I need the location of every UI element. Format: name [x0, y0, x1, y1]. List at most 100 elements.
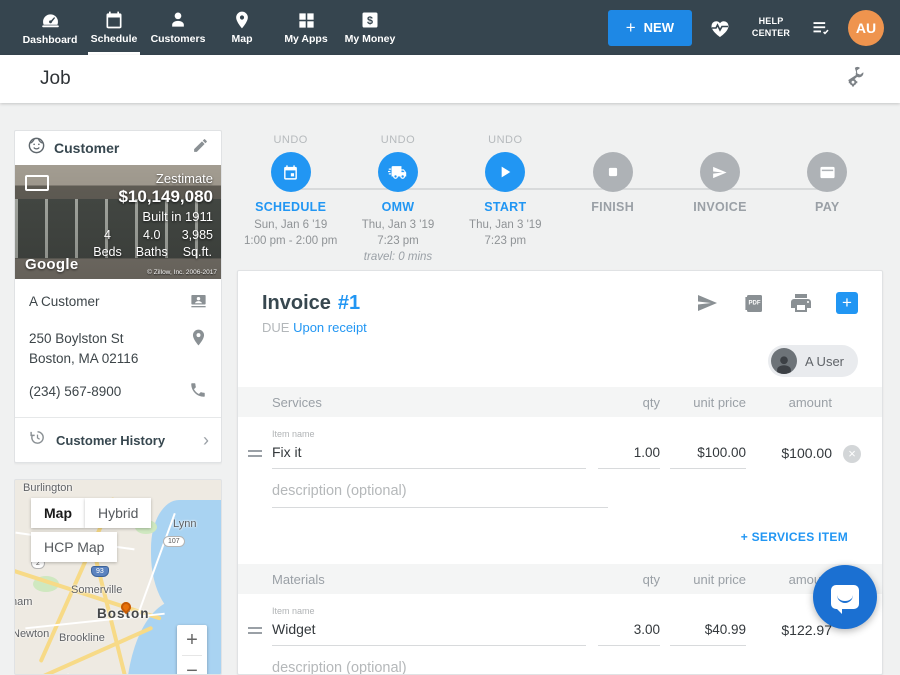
contact-card-icon[interactable] [187, 291, 209, 315]
apps-grid-icon [297, 11, 316, 30]
customer-name-row: A Customer [29, 291, 209, 315]
customer-history-label: Customer History [56, 433, 193, 448]
qty-input[interactable]: 1.00 [598, 445, 660, 469]
play-icon [497, 164, 513, 180]
invoice-step-button[interactable] [700, 152, 740, 192]
new-button-label: NEW [644, 20, 674, 35]
route-107-shield: 107 [163, 536, 185, 547]
add-invoice-button[interactable]: + [836, 292, 858, 314]
map-label-brookline: Brookline [59, 632, 105, 644]
zoom-in-button[interactable]: + [177, 625, 207, 655]
undo-link[interactable]: UNDO [237, 134, 344, 150]
invoice-header: Invoice #1 PDF + DUE Upon receipt [238, 271, 882, 387]
undo-link[interactable]: UNDO [344, 134, 451, 150]
calendar-icon [282, 164, 299, 181]
credit-card-icon [819, 164, 836, 181]
due-terms-link[interactable]: Upon receipt [293, 320, 367, 335]
qty-input[interactable]: 3.00 [598, 622, 660, 646]
plus-icon: + [626, 18, 636, 38]
customer-card: Customer Zestimate $10,149,080 Built in … [14, 130, 222, 463]
step-label: START [452, 200, 559, 214]
nav-label: My Apps [284, 33, 327, 45]
streetview-frame-icon[interactable] [25, 175, 49, 191]
item-name-input[interactable]: Fix it [272, 444, 586, 469]
schedule-step-button[interactable] [271, 152, 311, 192]
pay-step-button[interactable] [807, 152, 847, 192]
checklist-icon[interactable] [809, 18, 833, 38]
job-timeline: UNDO SCHEDULE Sun, Jan 6 '191:00 pm - 2:… [237, 134, 881, 270]
unit-price-input[interactable]: $40.99 [670, 622, 746, 646]
print-icon[interactable] [789, 291, 813, 315]
sidebar: Customer Zestimate $10,149,080 Built in … [14, 130, 222, 675]
description-input[interactable]: description (optional) [272, 660, 608, 675]
map-label-somerville: Somerville [71, 584, 122, 596]
service-item-row: Item name Fix it 1.00 $100.00 $100.00 × [238, 417, 882, 469]
customer-address: 250 Boylston StBoston, MA 02116 [29, 328, 187, 368]
map-zoom-control: + − [177, 625, 207, 675]
nav-item-map[interactable]: Map [210, 0, 274, 55]
edit-pencil-icon[interactable] [192, 137, 209, 159]
pdf-icon[interactable]: PDF [742, 291, 766, 315]
map-card[interactable]: Burlington Lynn 107 2 93 Somerville ham … [14, 479, 222, 675]
nav-right: + NEW HELP CENTER AU [608, 0, 900, 55]
due-label: DUE [262, 320, 289, 335]
customer-card-header: Customer [15, 131, 221, 165]
stat-beds: 4Beds [93, 227, 122, 261]
dashboard-icon [40, 10, 61, 31]
step-label: SCHEDULE [237, 200, 344, 214]
customer-phone-row: (234) 567-8900 [29, 381, 209, 404]
hcp-map-button[interactable]: HCP Map [31, 532, 117, 562]
line-amount: $100.00 [756, 445, 832, 469]
unit-price-column-header: unit price [670, 572, 746, 587]
zillow-copyright: © Zillow, Inc. 2006-2017 [147, 269, 217, 276]
truck-icon [388, 163, 407, 182]
map-label-waltham: ham [14, 596, 32, 608]
hybrid-view-button[interactable]: Hybrid [85, 498, 151, 528]
assigned-user-name: A User [805, 354, 844, 369]
material-description-row: description (optional) [238, 646, 882, 675]
stat-baths: 4.0Baths [136, 227, 168, 261]
step-dates: Thu, Jan 3 '197:23 pm [452, 217, 559, 249]
map-pin-icon [232, 10, 252, 30]
drag-handle[interactable] [238, 627, 272, 646]
health-heart-icon[interactable] [707, 16, 733, 40]
zestimate-value: $10,149,080 [93, 187, 213, 207]
omw-step-button[interactable] [378, 152, 418, 192]
phone-icon[interactable] [187, 381, 209, 404]
nav-item-schedule[interactable]: Schedule [82, 0, 146, 55]
add-services-item-link[interactable]: + SERVICES ITEM [741, 530, 848, 544]
help-center-link[interactable]: HELP CENTER [748, 16, 794, 39]
qty-column-header: qty [598, 572, 660, 587]
step-label: PAY [774, 200, 881, 214]
description-input[interactable]: description (optional) [272, 483, 608, 508]
assigned-user-pill[interactable]: A User [768, 345, 858, 377]
undo-link[interactable]: UNDO [452, 134, 559, 150]
user-avatar[interactable]: AU [848, 10, 884, 46]
google-logo: Google [25, 256, 78, 273]
finish-step-button[interactable] [593, 152, 633, 192]
unit-price-input[interactable]: $100.00 [670, 445, 746, 469]
zestimate-info: Zestimate $10,149,080 Built in 1911 4Bed… [93, 171, 213, 261]
start-step-button[interactable] [485, 152, 525, 192]
delete-item-button[interactable]: × [843, 445, 861, 463]
map-label-newton: Newton [14, 628, 49, 640]
map-view-button[interactable]: Map [31, 498, 85, 528]
chat-widget-button[interactable] [813, 565, 877, 629]
job-settings-icon[interactable] [846, 65, 870, 94]
map-type-controls: Map Hybrid HCP Map [31, 498, 151, 562]
location-pin-icon[interactable] [187, 328, 209, 352]
person-icon [168, 10, 188, 30]
item-name-input[interactable]: Widget [272, 621, 586, 646]
nav-item-customers[interactable]: Customers [146, 0, 210, 55]
send-invoice-icon[interactable] [695, 291, 719, 315]
nav-item-my-apps[interactable]: My Apps [274, 0, 338, 55]
nav-item-my-money[interactable]: $ My Money [338, 0, 402, 55]
property-photo[interactable]: Zestimate $10,149,080 Built in 1911 4Bed… [15, 165, 221, 279]
customer-history-row[interactable]: Customer History › [15, 417, 221, 462]
nav-item-dashboard[interactable]: Dashboard [18, 0, 82, 55]
section-name: Materials [272, 572, 598, 587]
new-button[interactable]: + NEW [608, 10, 692, 46]
zoom-out-button[interactable]: − [177, 656, 207, 675]
drag-handle[interactable] [238, 450, 272, 469]
page-header: Job [0, 55, 900, 103]
